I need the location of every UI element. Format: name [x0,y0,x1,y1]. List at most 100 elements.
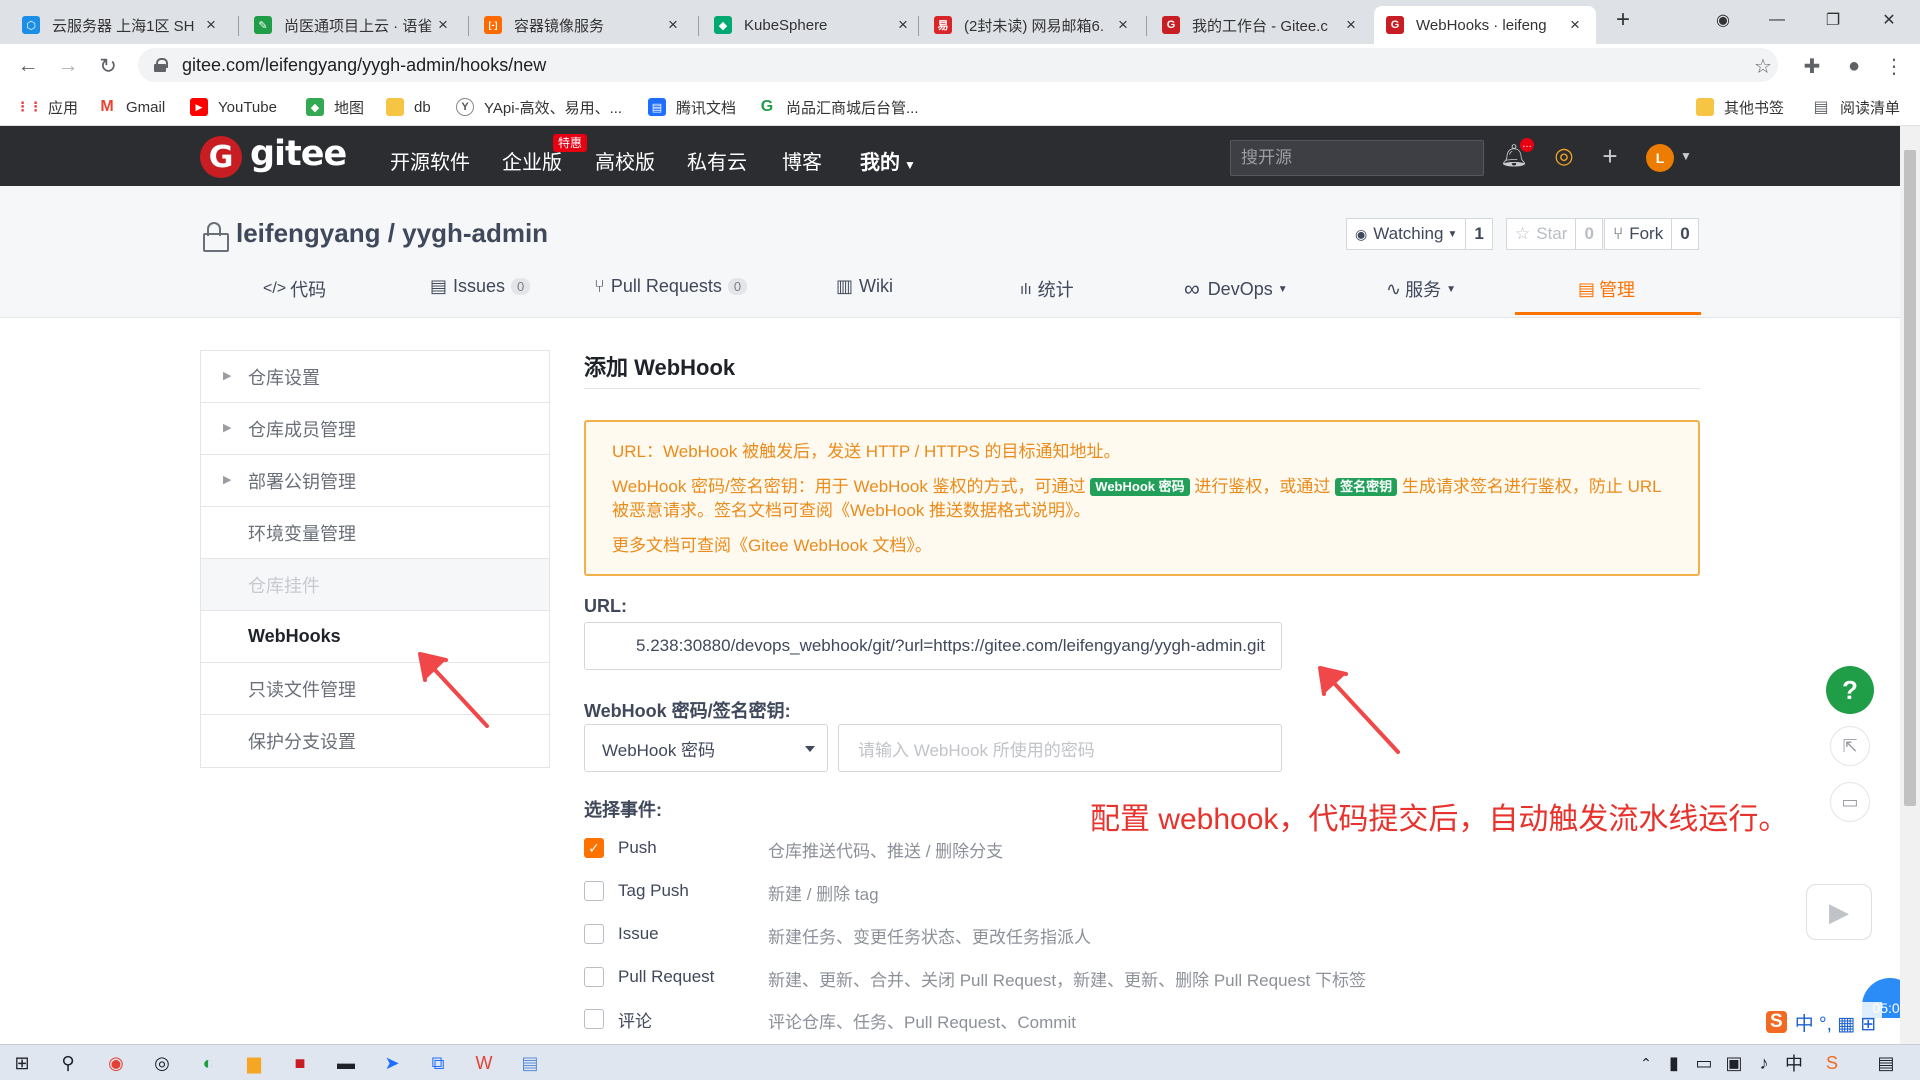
fork-button[interactable]: ⑂ Fork 0 [1604,218,1699,250]
nav-open-source[interactable]: 开源软件 [390,146,470,175]
bookmark-gmail[interactable]: M Gmail [98,96,165,118]
menu-icon[interactable]: ⋮ [1880,52,1908,80]
bookmark-star-icon[interactable]: ☆ [1749,52,1777,80]
close-icon[interactable]: × [434,15,452,35]
restore-icon[interactable]: ❐ [1810,0,1856,40]
tab-search-icon[interactable]: ◉ [1700,0,1746,40]
checkbox[interactable] [584,1009,604,1029]
nav-private-cloud[interactable]: 私有云 [687,146,747,175]
secret-type-select[interactable]: WebHook 密码 [584,724,828,772]
browser-tab-active[interactable]: G WebHooks · leifeng × [1374,6,1596,44]
close-icon[interactable]: × [1114,15,1132,35]
ime-toolbar[interactable]: S 中 °, ▦ ⊞ [1760,1002,1883,1042]
event-tag-push[interactable]: Tag Push [584,879,689,903]
app-icon[interactable]: ◐ [194,1049,222,1077]
lightbulb-icon[interactable]: ◎ [1550,142,1578,170]
vertical-scrollbar[interactable] [1900,126,1920,1044]
gitee-logo-text[interactable]: gitee [250,134,347,174]
play-icon[interactable]: ▶ [1806,884,1872,940]
profile-icon[interactable]: ● [1840,52,1868,80]
bookmark-maps[interactable]: ◆ 地图 [306,96,364,118]
avatar[interactable]: L [1646,144,1674,172]
bookmark-tencent-docs[interactable]: ▤ 腾讯文档 [648,96,736,118]
tab-devops[interactable]: ∞ DevOps ▼ [1184,276,1288,302]
checkbox[interactable] [584,881,604,901]
tab-code[interactable]: </> 代码 [263,276,326,302]
vscode-icon[interactable]: ⧉ [424,1049,452,1077]
folder-icon[interactable]: ▆ [240,1049,268,1077]
tab-pull-requests[interactable]: ⑂ Pull Requests 0 [594,276,748,297]
comment-icon[interactable]: ▭ [1830,782,1870,822]
help-button[interactable]: ? [1826,666,1874,714]
mic-icon[interactable]: ▮ [1660,1049,1688,1077]
tray-chevron-icon[interactable]: ⌃ [1632,1049,1660,1077]
jetbrains-icon[interactable]: ■ [286,1049,314,1077]
nav-mine[interactable]: 我的 ▼ [860,146,916,175]
sidebar-item-webhooks[interactable]: WebHooks [201,611,549,663]
checkbox[interactable] [584,924,604,944]
bookmark-db[interactable]: db [386,96,431,118]
terminal-icon[interactable]: ▬ [332,1049,360,1077]
browser-tab[interactable]: 易 (2封未读) 网易邮箱6. × [922,6,1144,44]
obs-icon[interactable]: ◎ [148,1049,176,1077]
browser-tab[interactable]: ◆ KubeSphere × [702,6,924,44]
star-button[interactable]: ☆ Star 0 [1506,218,1603,250]
close-icon[interactable]: × [664,15,682,35]
watching-button[interactable]: ◉ Watching ▼ 1 [1346,218,1493,250]
tab-manage[interactable]: ▤ 管理 [1578,276,1635,302]
tab-wiki[interactable]: ▥ Wiki [836,276,893,297]
url-bar[interactable]: gitee.com/leifengyang/yygh-admin/hooks/n… [138,48,1778,82]
bookmark-apps[interactable]: ⋮⋮ 应用 [16,96,78,118]
reading-list[interactable]: ▤ 阅读清单 [1812,96,1900,118]
more-docs-link[interactable]: 更多文档可查阅《Gitee WebHook 文档》。 [612,534,1672,558]
volume-icon[interactable]: ♪ [1750,1049,1778,1077]
event-push[interactable]: ✓ Push [584,836,657,860]
chrome-icon[interactable]: ◉ [102,1049,130,1077]
network-icon[interactable]: ▣ [1720,1049,1748,1077]
forward-icon[interactable]: → [54,52,82,80]
bookmark-yapi[interactable]: Y YApi-高效、易用、... [456,96,622,118]
search-icon[interactable]: ⚲ [54,1049,82,1077]
sidebar-item-readonly-files[interactable]: 只读文件管理 [201,663,549,715]
reload-icon[interactable]: ↻ [94,52,122,80]
new-tab-button[interactable]: + [1600,0,1646,40]
close-window-icon[interactable]: ✕ [1866,0,1912,40]
repo-title[interactable]: leifengyang / yygh-admin [236,218,548,249]
plus-icon[interactable]: + [1596,141,1624,171]
browser-tab[interactable]: ⬡ 云服务器 上海1区 SH × [10,6,232,44]
bookmark-other[interactable]: 其他书签 [1696,96,1784,118]
sidebar-item-env-vars[interactable]: 环境变量管理 [201,507,549,559]
checkbox[interactable] [584,967,604,987]
extensions-icon[interactable]: ✚ [1798,52,1826,80]
sidebar-item-members[interactable]: ▶ 仓库成员管理 [201,403,549,455]
close-icon[interactable]: × [1342,15,1360,35]
secret-input[interactable]: 请输入 WebHook 所使用的密码 [838,724,1282,772]
sidebar-item-repo-settings[interactable]: ▶ 仓库设置 [201,351,549,403]
browser-tab[interactable]: [-] 容器镜像服务 × [472,6,694,44]
close-icon[interactable]: × [202,15,220,35]
sidebar-item-deploy-keys[interactable]: ▶ 部署公钥管理 [201,455,549,507]
share-icon[interactable]: ⇱ [1830,726,1870,766]
tab-services[interactable]: ∿ 服务 ▼ [1386,276,1456,302]
bookmark-admin[interactable]: G 尚品汇商城后台管... [758,96,919,118]
browser-tab[interactable]: ✎ 尚医通项目上云 · 语雀 × [242,6,464,44]
chevron-down-icon[interactable]: ▼ [1672,142,1700,170]
close-icon[interactable]: × [894,15,912,35]
windows-start-icon[interactable]: ⊞ [8,1049,36,1077]
sogou-tray-icon[interactable]: S [1818,1049,1846,1077]
wps-icon[interactable]: W [470,1049,498,1077]
minimize-icon[interactable]: — [1754,0,1800,40]
bookmark-youtube[interactable]: ▶ YouTube [190,96,277,118]
feishu-icon[interactable]: ➤ [378,1049,406,1077]
ime-tray-icon[interactable]: 中 [1780,1049,1808,1077]
event-pull-request[interactable]: Pull Request [584,965,714,989]
battery-icon[interactable]: ▭ [1690,1049,1718,1077]
browser-tab[interactable]: G 我的工作台 - Gitee.c × [1150,6,1372,44]
tab-issues[interactable]: ▤ Issues 0 [430,276,531,297]
notepad-icon[interactable]: ▤ [516,1049,544,1077]
close-icon[interactable]: × [1566,15,1584,35]
url-input[interactable]: 5.238:30880/devops_webhook/git/?url=http… [584,622,1282,670]
back-icon[interactable]: ← [14,52,42,80]
nav-university[interactable]: 高校版 [595,146,655,175]
event-comment[interactable]: 评论 [584,1007,652,1031]
